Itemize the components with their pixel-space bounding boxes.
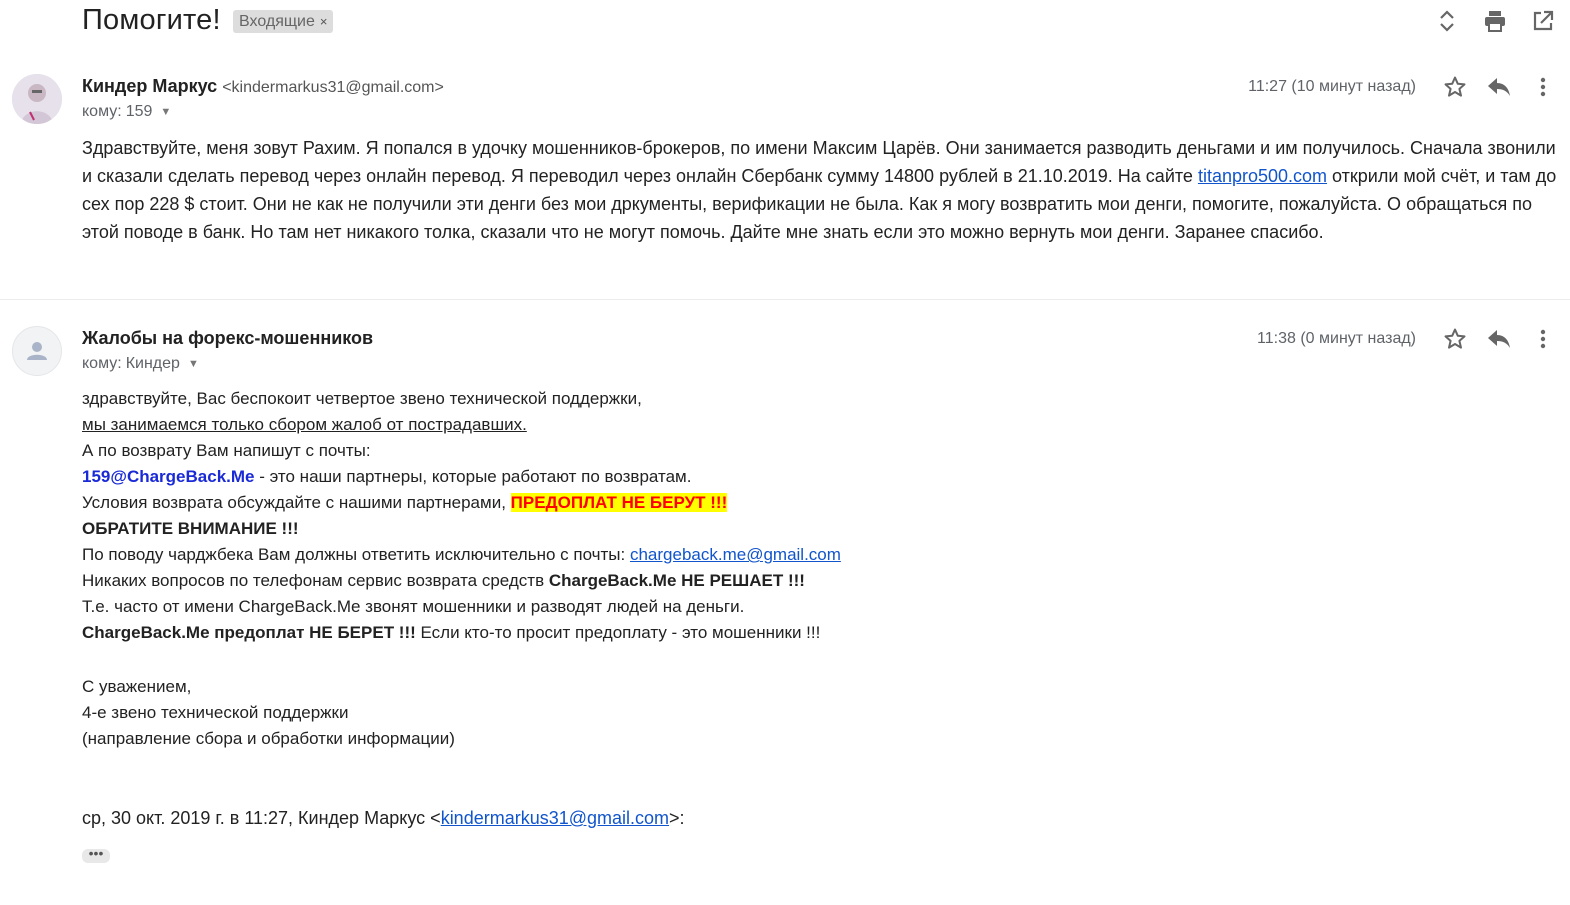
signature-line: (направление сбора и обработки информаци… — [82, 729, 455, 748]
more-options-icon[interactable] — [1530, 326, 1556, 352]
expand-collapse-icon[interactable] — [1434, 8, 1460, 34]
quote-email-link[interactable]: kindermarkus31@gmail.com — [441, 808, 669, 828]
message-timestamp: 11:27 (10 минут назад) — [1248, 78, 1416, 95]
body-line: Никаких вопросов по телефонам сервис воз… — [82, 568, 1482, 594]
body-line: А по возврату Вам напишут с почты: — [82, 441, 371, 460]
bold-text: ChargeBack.Me предоплат НЕ БЕРЕТ !!! — [82, 623, 416, 642]
quote-text: ср, 30 окт. 2019 г. в 11:27, Киндер Марк… — [82, 808, 441, 828]
reply-icon[interactable] — [1486, 74, 1512, 100]
more-options-icon[interactable] — [1530, 74, 1556, 100]
signature-line: 4-е звено технической поддержки — [82, 703, 349, 722]
to-value: 159 — [125, 103, 153, 120]
sender-name[interactable]: Жалобы на форекс-мошенников — [82, 328, 373, 348]
message-divider — [0, 299, 1570, 300]
to-value: Киндер — [125, 355, 180, 372]
reply-icon[interactable] — [1486, 326, 1512, 352]
body-text: Никаких вопросов по телефонам сервис воз… — [82, 571, 549, 590]
body-line: Условия возврата обсуждайте с нашими пар… — [82, 490, 1482, 516]
sender-line: Киндер Маркус <kindermarkus31@gmail.com> — [82, 76, 444, 97]
message-timestamp: 11:38 (0 минут назад) — [1257, 330, 1416, 347]
label-text: Входящие — [239, 13, 315, 30]
sender-email: <kindermarkus31@gmail.com> — [222, 79, 444, 96]
quote-text: >: — [669, 808, 685, 828]
show-details-caret-icon[interactable]: ▼ — [188, 358, 199, 370]
to-label: кому: — [82, 355, 122, 372]
open-in-new-window-icon[interactable] — [1530, 8, 1556, 34]
sender-avatar[interactable] — [12, 74, 62, 124]
sender-name[interactable]: Киндер Маркус — [82, 76, 217, 96]
body-line: здравствуйте, Вас беспокоит четвертое зв… — [82, 389, 642, 408]
print-icon[interactable] — [1482, 8, 1508, 34]
body-text: По поводу чарджбека Вам должны ответить … — [82, 545, 630, 564]
body-line: ОБРАТИТЕ ВНИМАНИЕ !!! — [82, 519, 299, 538]
message-body: Здравствуйте, меня зовут Рахим. Я попалс… — [82, 134, 1557, 246]
message-body: здравствуйте, Вас беспокоит четвертое зв… — [82, 386, 1482, 752]
body-line: Т.е. часто от имени ChargeBack.Me звонят… — [82, 597, 745, 616]
show-trimmed-content-button[interactable]: ••• — [82, 846, 110, 863]
star-icon[interactable] — [1442, 74, 1468, 100]
body-text: - это наши партнеры, которые работают по… — [254, 467, 692, 486]
partner-email[interactable]: 159@ChargeBack.Me — [82, 467, 255, 486]
highlighted-warning: ПРЕДОПЛАТ НЕ БЕРУТ !!! — [510, 493, 728, 512]
body-line: 159@ChargeBack.Me - это наши партнеры, к… — [82, 464, 1482, 490]
site-link[interactable]: titanpro500.com — [1198, 166, 1327, 186]
signature-line: С уважением, — [82, 677, 192, 696]
remove-label-button[interactable]: × — [320, 10, 328, 33]
show-details-caret-icon[interactable]: ▼ — [160, 106, 171, 118]
recipient-line: кому: 159 ▼ — [82, 103, 171, 121]
sender-line: Жалобы на форекс-мошенников — [82, 328, 373, 349]
quoted-message-header: ср, 30 окт. 2019 г. в 11:27, Киндер Марк… — [82, 808, 685, 829]
body-line: По поводу чарджбека Вам должны ответить … — [82, 542, 1482, 568]
to-label: кому: — [82, 103, 122, 120]
star-icon[interactable] — [1442, 326, 1468, 352]
subject-bar: Помогите! Входящие × — [0, 0, 1570, 50]
sender-avatar[interactable] — [12, 326, 62, 376]
body-text: Если кто-то просит предоплату - это моше… — [415, 623, 821, 642]
recipient-line: кому: Киндер ▼ — [82, 355, 199, 373]
body-line: ChargeBack.Me предоплат НЕ БЕРЕТ !!! Есл… — [82, 620, 1482, 646]
thread-subject: Помогите! — [82, 4, 221, 36]
body-line: мы занимаемся только сбором жалоб от пос… — [82, 415, 527, 434]
body-text: Условия возврата обсуждайте с нашими пар… — [82, 493, 511, 512]
inbox-label-chip[interactable]: Входящие × — [233, 10, 334, 33]
email-link[interactable]: chargeback.me@gmail.com — [630, 545, 841, 564]
bold-text: ChargeBack.Me НЕ РЕШАЕТ !!! — [548, 571, 805, 590]
